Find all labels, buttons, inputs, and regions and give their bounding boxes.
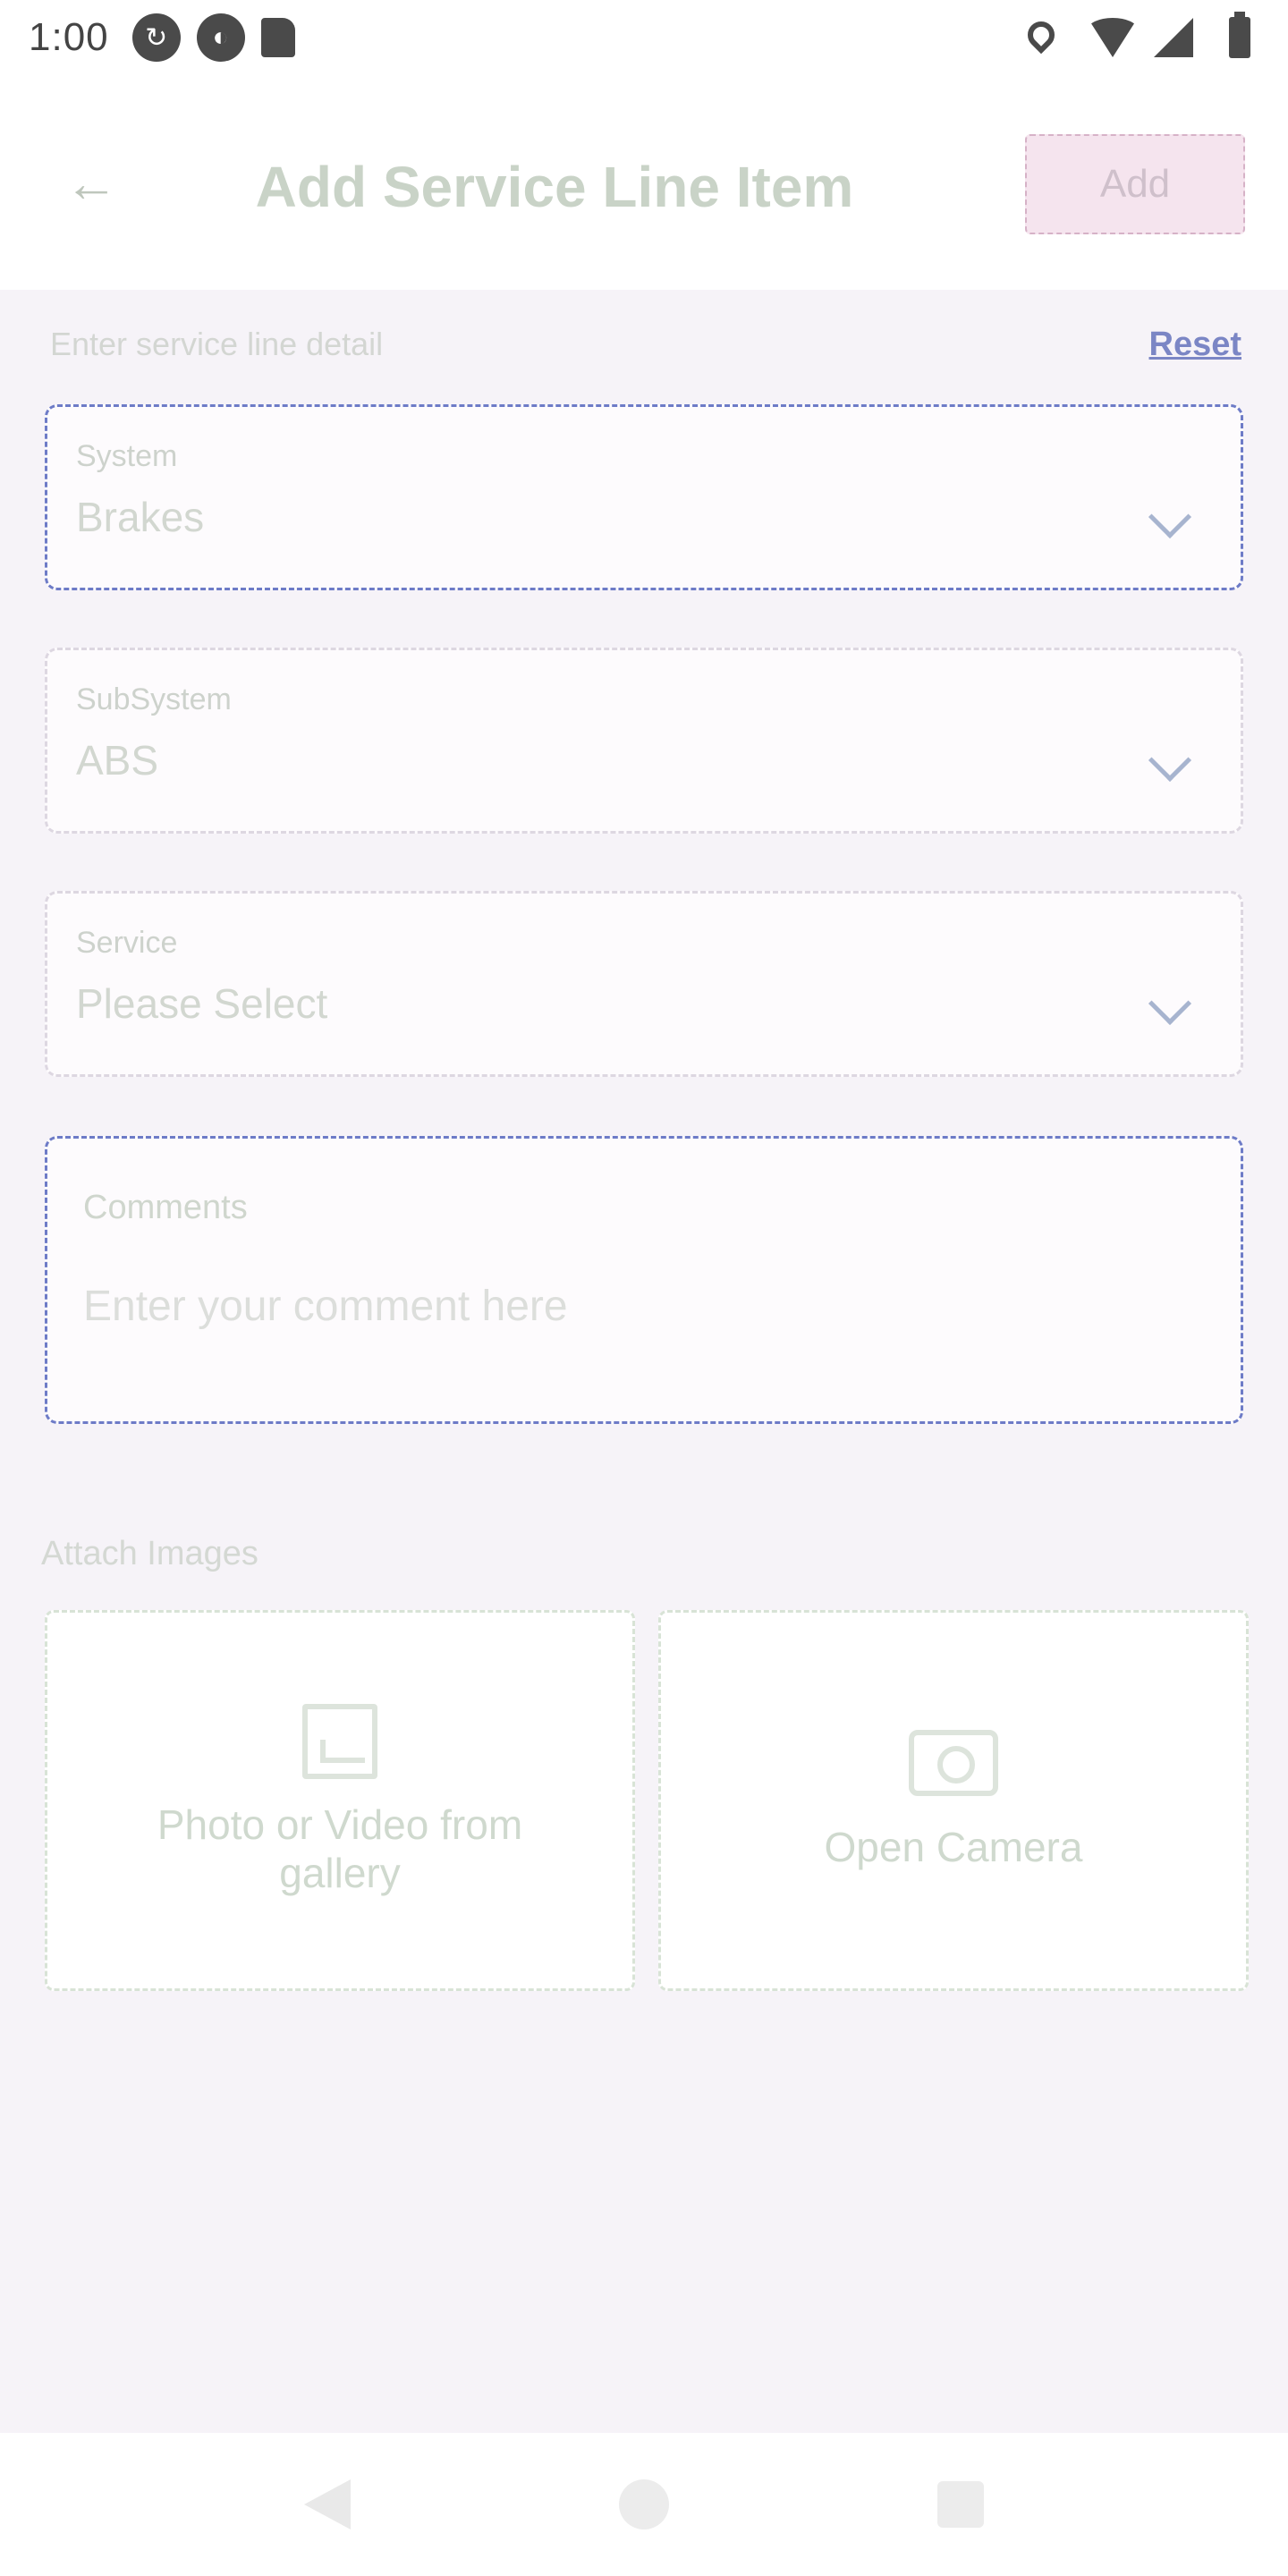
comments-field[interactable]: Comments bbox=[45, 1136, 1243, 1424]
service-value: Please Select bbox=[76, 980, 328, 1027]
system-label: System bbox=[76, 439, 178, 473]
chevron-down-icon bbox=[1148, 738, 1192, 783]
status-time: 1:00 bbox=[29, 15, 109, 59]
add-button[interactable]: Add bbox=[1025, 134, 1245, 234]
camera-icon bbox=[909, 1730, 998, 1796]
navigation-bar bbox=[0, 2433, 1288, 2576]
nav-recents-icon[interactable] bbox=[937, 2481, 984, 2528]
image-icon bbox=[302, 1704, 377, 1779]
reset-link[interactable]: Reset bbox=[1149, 326, 1242, 364]
attach-images-label: Attach Images bbox=[41, 1535, 258, 1572]
subsystem-value: ABS bbox=[76, 737, 159, 784]
open-camera-button[interactable]: Open Camera bbox=[658, 1610, 1249, 1991]
wifi-icon bbox=[1088, 18, 1138, 57]
cell-signal-icon bbox=[1154, 18, 1193, 57]
sync-app-icon: ↻ bbox=[131, 13, 181, 62]
nav-back-icon[interactable] bbox=[304, 2479, 351, 2529]
system-value: Brakes bbox=[76, 494, 205, 540]
battery-icon bbox=[1220, 12, 1259, 58]
system-status-icons bbox=[1021, 12, 1259, 58]
app-header: ← Add Service Line Item Add bbox=[0, 75, 1288, 290]
back-arrow-icon[interactable]: ← bbox=[55, 153, 127, 213]
location-icon bbox=[1021, 15, 1061, 57]
gallery-label: Photo or Video from gallery bbox=[157, 1801, 523, 1896]
service-label: Service bbox=[76, 926, 178, 960]
app-notification-icon: ◐ bbox=[196, 13, 245, 62]
section-label: Enter service line detail bbox=[50, 326, 384, 362]
chevron-down-icon bbox=[1148, 981, 1192, 1026]
comments-input[interactable] bbox=[83, 1282, 1192, 1331]
comments-label: Comments bbox=[83, 1189, 248, 1226]
status-bar: 1:00 ↻ ◐ bbox=[0, 0, 1288, 75]
subsystem-dropdown[interactable]: SubSystem ABS bbox=[45, 648, 1243, 834]
camera-label: Open Camera bbox=[824, 1824, 1083, 1870]
sd-card-icon bbox=[260, 18, 295, 57]
notification-icons: ↻ ◐ bbox=[131, 13, 295, 62]
subsystem-label: SubSystem bbox=[76, 682, 232, 716]
system-dropdown[interactable]: System Brakes bbox=[45, 404, 1243, 590]
service-dropdown[interactable]: Service Please Select bbox=[45, 891, 1243, 1077]
chevron-down-icon bbox=[1148, 495, 1192, 539]
nav-home-icon[interactable] bbox=[619, 2479, 669, 2529]
gallery-button[interactable]: Photo or Video from gallery bbox=[45, 1610, 635, 1991]
